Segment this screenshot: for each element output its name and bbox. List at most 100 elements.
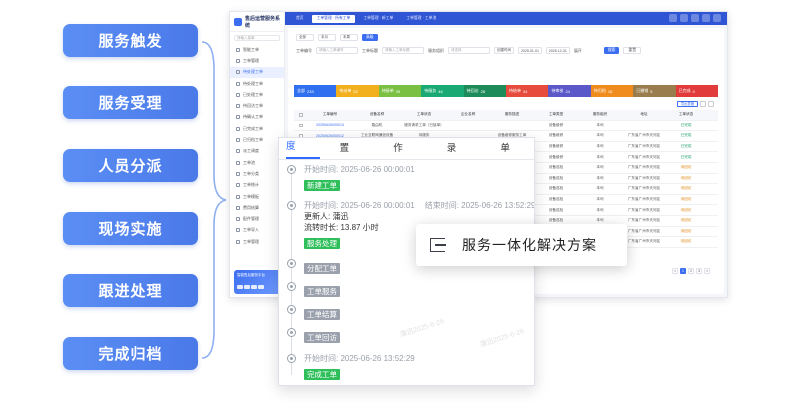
table-row[interactable]: 20250626000013 路由机 服务请求工单（已接单） 设备维修 本司 已完成 [294, 121, 718, 132]
sidebar-item[interactable]: 待确认工单 [230, 112, 284, 123]
status-segment[interactable]: 待派单 52 [336, 85, 379, 97]
panel-tab[interactable]: 挂起记录 [447, 138, 481, 159]
timeline-item: 工单结算 [286, 304, 340, 322]
table-cell: 待回访 [680, 165, 692, 170]
menu-icon [236, 47, 240, 52]
sidebar-item[interactable]: 已处理工单 [230, 89, 284, 100]
sidebar-item-label: 工单分类 [243, 170, 259, 176]
sidebar-item[interactable]: 待回访工单 [230, 100, 284, 111]
timeline-dot-icon [287, 201, 296, 210]
page-button[interactable]: < [672, 268, 678, 274]
stage-pill[interactable]: 人员分派 [63, 149, 198, 182]
status-segment[interactable]: 待接单 29 [378, 85, 422, 97]
page-button[interactable]: 2 [688, 268, 694, 274]
search-button[interactable]: 搜索 [603, 47, 620, 54]
status-segment[interactable]: 待回访 28 [463, 85, 507, 97]
stage-pill[interactable]: 现场实施 [63, 212, 198, 245]
sidebar-item[interactable]: 工单统计 [230, 180, 284, 191]
range-select-all[interactable]: 全部 [296, 34, 314, 41]
callout-text: 服务一体化解决方案 [462, 237, 597, 253]
expand-link[interactable]: 展开 [574, 48, 582, 54]
panel-tab[interactable]: 基础配置 [340, 138, 374, 159]
range-select-month[interactable]: 本月 [318, 34, 336, 41]
status-segment[interactable]: 已完成 0 [675, 85, 719, 97]
date-from-input[interactable]: 2025-01-01 [518, 47, 542, 54]
page-button[interactable]: 3 [696, 268, 702, 274]
sidebar-item[interactable]: 智能工单 [230, 44, 284, 55]
sidebar-item[interactable]: 工单池 [230, 157, 284, 168]
stage-pill[interactable]: 服务触发 [63, 24, 198, 57]
sidebar-item[interactable]: 已归档工单 [230, 134, 284, 145]
promo-title: 智能售后服务平台 [237, 273, 265, 277]
status-segment[interactable]: 全部 233 [294, 85, 337, 97]
sidebar-item[interactable]: 工单管理 [230, 236, 284, 247]
checkbox[interactable] [299, 113, 303, 117]
menu-icon [236, 58, 240, 63]
fullscreen-icon[interactable] [669, 14, 677, 22]
export-button[interactable]: 导出表格 [676, 101, 698, 107]
date-to-input[interactable]: 2025-12-31 [545, 47, 570, 54]
panel-tab[interactable]: 历史工单 [500, 138, 534, 159]
sidebar-item[interactable]: 待处理工单 [230, 66, 284, 78]
table-cell: 待回访 [680, 228, 692, 233]
table-cell[interactable]: 20250626000013 [308, 123, 352, 127]
table-cell: 广东省广州市天河区 [627, 228, 661, 233]
top-tab[interactable]: 首页 [291, 15, 309, 23]
promo-btn-icon[interactable] [237, 285, 243, 289]
stage-pill[interactable]: 完成归档 [63, 337, 198, 370]
top-tab[interactable]: 工单管理 · 新工单 [358, 15, 398, 23]
stage-pill[interactable]: 服务受理 [63, 86, 198, 119]
promo-btn-icon[interactable] [258, 285, 264, 289]
panel-tab[interactable]: 工单进度 [286, 138, 320, 159]
column-settings-icon[interactable] [700, 101, 706, 107]
status-segment[interactable]: 待审核 24 [548, 85, 591, 97]
message-icon[interactable] [680, 14, 688, 22]
checkbox[interactable] [299, 123, 303, 128]
table-cell: 待回访 [680, 186, 692, 191]
sidebar-item[interactable]: 费用核算 [230, 202, 284, 213]
sidebar-item[interactable]: 工单导入 [230, 225, 284, 236]
promo-btn-icon[interactable] [251, 285, 257, 289]
refresh-icon[interactable] [708, 101, 714, 107]
timeline-item: 分配工单 [286, 258, 340, 276]
table-cell: 待回访 [680, 239, 692, 244]
time-select[interactable]: 创建时间 [494, 47, 514, 54]
stage-pill[interactable]: 跟进处理 [63, 274, 198, 307]
status-segment[interactable]: 待归档 15 [590, 85, 634, 97]
panel-tab[interactable]: 历史操作 [393, 138, 427, 159]
column-header: 企业名称 [460, 112, 476, 117]
app-topbar: 首页 工单管理 · 所有工单 工单管理 · 新工单 工单管理 · 工单池 [285, 12, 727, 25]
sidebar-item[interactable]: 配件管理 [230, 213, 284, 224]
order-no-input[interactable]: 请输入工单编号 [316, 47, 358, 54]
status-segment[interactable]: 待结单 34 [506, 85, 549, 97]
org-select[interactable]: 请选择 [448, 47, 490, 54]
status-segment[interactable]: 待服务 46 [421, 85, 464, 97]
promo-btn-icon[interactable] [244, 285, 250, 289]
row-checkbox[interactable] [294, 123, 308, 128]
avatar[interactable] [713, 14, 721, 22]
bell-icon[interactable] [691, 14, 699, 22]
timeline-meta: 开始时间: 2025-06-26 00:00:01 结束时间: 2025-06-2… [304, 200, 534, 211]
sidebar-promo-card[interactable]: 智能售后服务平台 [234, 270, 280, 294]
sidebar-search-input[interactable]: 请输入菜单 [234, 35, 280, 41]
table-cell: 设备维修 [548, 144, 564, 149]
sidebar-item[interactable]: 派工调度 [230, 146, 284, 157]
top-tab[interactable]: 工单管理 · 所有工单 [311, 14, 356, 23]
sidebar-item[interactable]: 工单管理 [230, 55, 284, 66]
status-segment[interactable]: 已撤销 5 [633, 85, 676, 97]
range-select-week[interactable]: 本周 [340, 34, 358, 41]
menu-icon [236, 171, 240, 176]
sidebar-item[interactable]: 待处理工单 [230, 78, 284, 89]
sidebar-item[interactable]: 工单分类 [230, 168, 284, 179]
page-button[interactable]: > [704, 268, 710, 274]
header-checkbox[interactable] [294, 113, 308, 117]
title-input[interactable]: 请输入工单标题 [382, 47, 424, 54]
advanced-button[interactable]: 高级 [362, 34, 378, 41]
sidebar-item[interactable]: 工单模板 [230, 191, 284, 202]
settings-icon[interactable] [702, 14, 710, 22]
sidebar-item[interactable]: 已完成工单 [230, 123, 284, 134]
reset-button[interactable]: 重置 [623, 47, 641, 54]
top-tab[interactable]: 工单管理 · 工单池 [401, 15, 441, 23]
page-button[interactable]: 1 [680, 268, 686, 274]
timeline-dot-icon [287, 305, 296, 314]
